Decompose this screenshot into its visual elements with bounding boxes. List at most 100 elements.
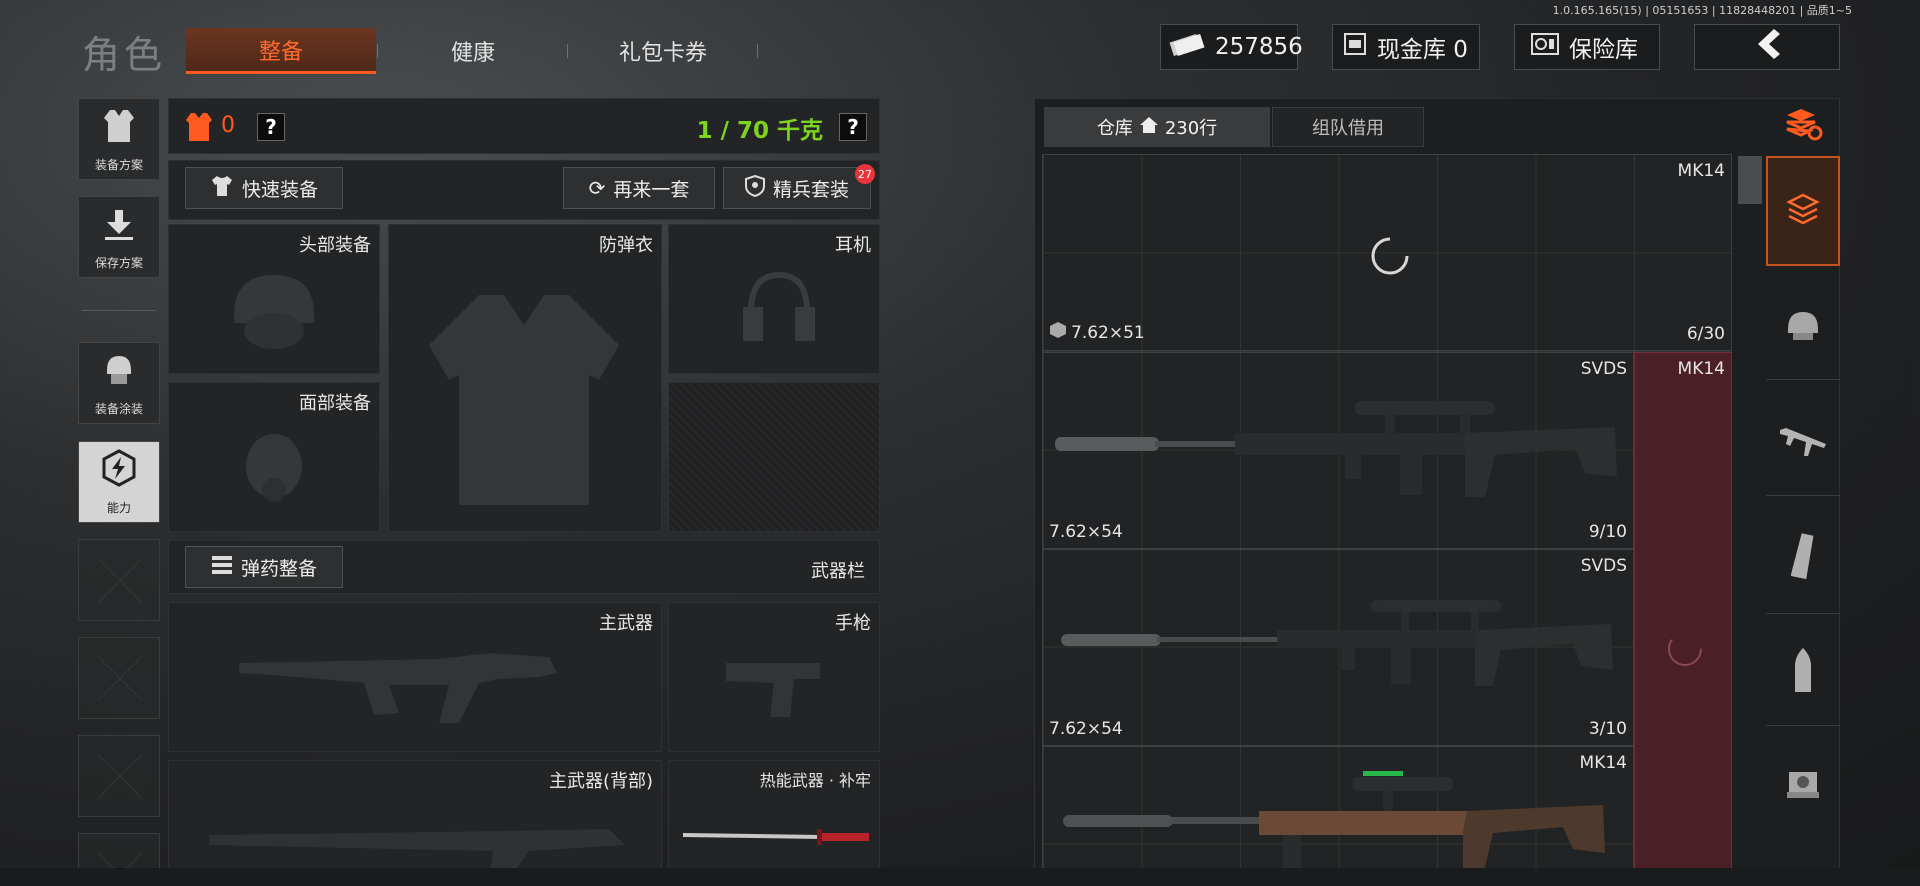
home-icon <box>1139 116 1159 139</box>
primary-weapon-label: 主武器 <box>599 613 653 634</box>
head-slot-label: 头部装备 <box>299 235 371 256</box>
warehouse-scrollbar[interactable] <box>1738 156 1762 204</box>
ability-label: 能力 <box>106 501 131 515</box>
rifle-icon <box>1778 422 1828 466</box>
item-caliber-text: 7.62×51 <box>1071 322 1145 343</box>
headset-slot-label: 耳机 <box>835 235 871 256</box>
pistol-slot[interactable]: 手枪 <box>668 602 880 752</box>
warehouse-item[interactable]: SVDS 7.62×54 9/10 <box>1042 352 1634 549</box>
category-attachment[interactable] <box>1766 736 1840 840</box>
weight-indicator: 1 / 70 千克 <box>696 118 823 144</box>
save-plan-button[interactable]: 保存方案 <box>78 196 160 278</box>
item-caliber: 7.62×51 <box>1049 321 1145 344</box>
cash-icon <box>1169 32 1205 62</box>
armor-value: 0 <box>221 113 235 138</box>
item-count: 3/10 <box>1588 719 1627 739</box>
headset-silhouette-icon <box>739 267 819 361</box>
vest-icon <box>102 108 136 152</box>
elite-set-button[interactable]: 精兵套装 <box>723 167 871 209</box>
rifle-silhouette-icon <box>239 633 559 737</box>
quick-equip-label: 快速装备 <box>241 178 318 201</box>
face-slot[interactable]: 面部装备 <box>168 382 380 532</box>
empty-nav-slot <box>78 735 160 817</box>
nav-divider <box>82 310 156 311</box>
wallet-icon <box>1343 32 1367 62</box>
category-ammo[interactable] <box>1766 622 1840 726</box>
lightning-icon <box>101 449 137 495</box>
layers-icon <box>1786 192 1820 230</box>
category-helmet[interactable] <box>1766 280 1840 380</box>
shield-icon <box>744 174 765 202</box>
tab-gift-vouchers[interactable]: 礼包卡券 <box>570 28 756 74</box>
gear-paint-label: 装备涂装 <box>94 402 143 416</box>
storage-rows: 230行 <box>1164 118 1218 139</box>
tab-team-borrow[interactable]: 组队借用 <box>1272 107 1424 147</box>
headset-slot[interactable]: 耳机 <box>668 224 880 374</box>
selected-item-column[interactable]: MK14 <box>1634 352 1732 886</box>
weapon-bar-label: 武器栏 <box>811 561 865 582</box>
category-magazine[interactable] <box>1766 506 1840 614</box>
cash-vault-button[interactable]: 现金库 0 <box>1332 24 1480 70</box>
helmet-silhouette-icon <box>224 265 324 359</box>
item-count: 9/10 <box>1588 522 1627 542</box>
elite-badge: 27 <box>855 164 875 184</box>
item-count: 6/30 <box>1686 324 1725 344</box>
bullet-icon <box>1792 646 1814 702</box>
melee-slot-label: 热能武器 · 补牢 <box>759 771 871 790</box>
loading-spinner-icon <box>1665 629 1705 673</box>
warehouse-item[interactable]: MK14 <box>1042 746 1634 886</box>
cash-vault-label: 现金库 0 <box>1377 37 1468 63</box>
pistol-silhouette-icon <box>724 653 824 727</box>
currency-display: 257856 <box>1160 24 1303 70</box>
category-rifle[interactable] <box>1766 392 1840 496</box>
layers-refresh-icon <box>1783 107 1823 145</box>
pistol-slot-label: 手枪 <box>835 613 871 634</box>
currency-amount: 257856 <box>1215 34 1303 60</box>
loadout-plan-button[interactable]: 装备方案 <box>78 98 160 180</box>
ammo-prep-button[interactable]: 弹药整备 <box>185 546 343 588</box>
quick-equip-button[interactable]: 快速装备 <box>185 167 343 209</box>
tab-separator <box>377 44 378 58</box>
bottom-strip <box>0 868 1920 886</box>
armor-help-button[interactable]: ? <box>257 113 285 141</box>
tab-health[interactable]: 健康 <box>380 28 566 74</box>
safe-button[interactable]: 保险库 <box>1514 24 1660 70</box>
katana-icon <box>681 821 871 855</box>
reroll-label: 再来一套 <box>613 178 690 201</box>
page-title: 角色 <box>82 33 167 77</box>
face-slot-label: 面部装备 <box>299 393 371 414</box>
ability-button[interactable]: 能力 <box>78 441 160 523</box>
gear-paint-button[interactable]: 装备涂装 <box>78 342 160 424</box>
tab-separator <box>567 44 568 58</box>
vest-slot[interactable]: 防弹衣 <box>388 224 662 532</box>
reroll-button[interactable]: ⟳ 再来一套 <box>563 167 715 209</box>
version-string: 1.0.165.165(15) | 05151653 | 11828448201… <box>1552 4 1852 17</box>
safe-icon <box>1531 33 1559 61</box>
chevron-left-icon <box>1752 27 1782 67</box>
primary-weapon-slot[interactable]: 主武器 <box>168 602 662 752</box>
weight-help-button[interactable]: ? <box>839 113 867 141</box>
tab-storage[interactable]: 仓库 230行 <box>1044 107 1270 147</box>
empty-nav-slot <box>78 539 160 621</box>
safe-label: 保险库 <box>1569 37 1638 63</box>
item-name: SVDS <box>1580 556 1627 576</box>
sort-refresh-button[interactable] <box>1766 98 1840 154</box>
loading-spinner-icon <box>1369 235 1411 281</box>
warehouse-item[interactable]: MK14 7.62×51 6/30 <box>1042 154 1732 351</box>
head-slot[interactable]: 头部装备 <box>168 224 380 374</box>
item-name: MK14 <box>1579 753 1627 773</box>
refresh-icon: ⟳ <box>588 176 606 200</box>
download-icon <box>102 208 136 250</box>
gas-mask-silhouette-icon <box>239 428 309 512</box>
vest-slot-label: 防弹衣 <box>599 235 653 256</box>
empty-nav-slot <box>78 637 160 719</box>
item-name: MK14 <box>1677 359 1725 379</box>
warehouse-item[interactable]: SVDS 7.62×54 3/10 <box>1042 549 1634 746</box>
tab-loadout[interactable]: 整备 <box>186 28 376 74</box>
back-button[interactable] <box>1694 24 1840 70</box>
loadout-summary-bar: 0 ? 1 / 70 千克 ? <box>168 98 880 154</box>
category-all[interactable] <box>1766 156 1840 266</box>
sniper-rifle-icon <box>1055 397 1625 511</box>
magazine-icon <box>1790 532 1815 588</box>
vest-silhouette-icon <box>419 285 629 519</box>
